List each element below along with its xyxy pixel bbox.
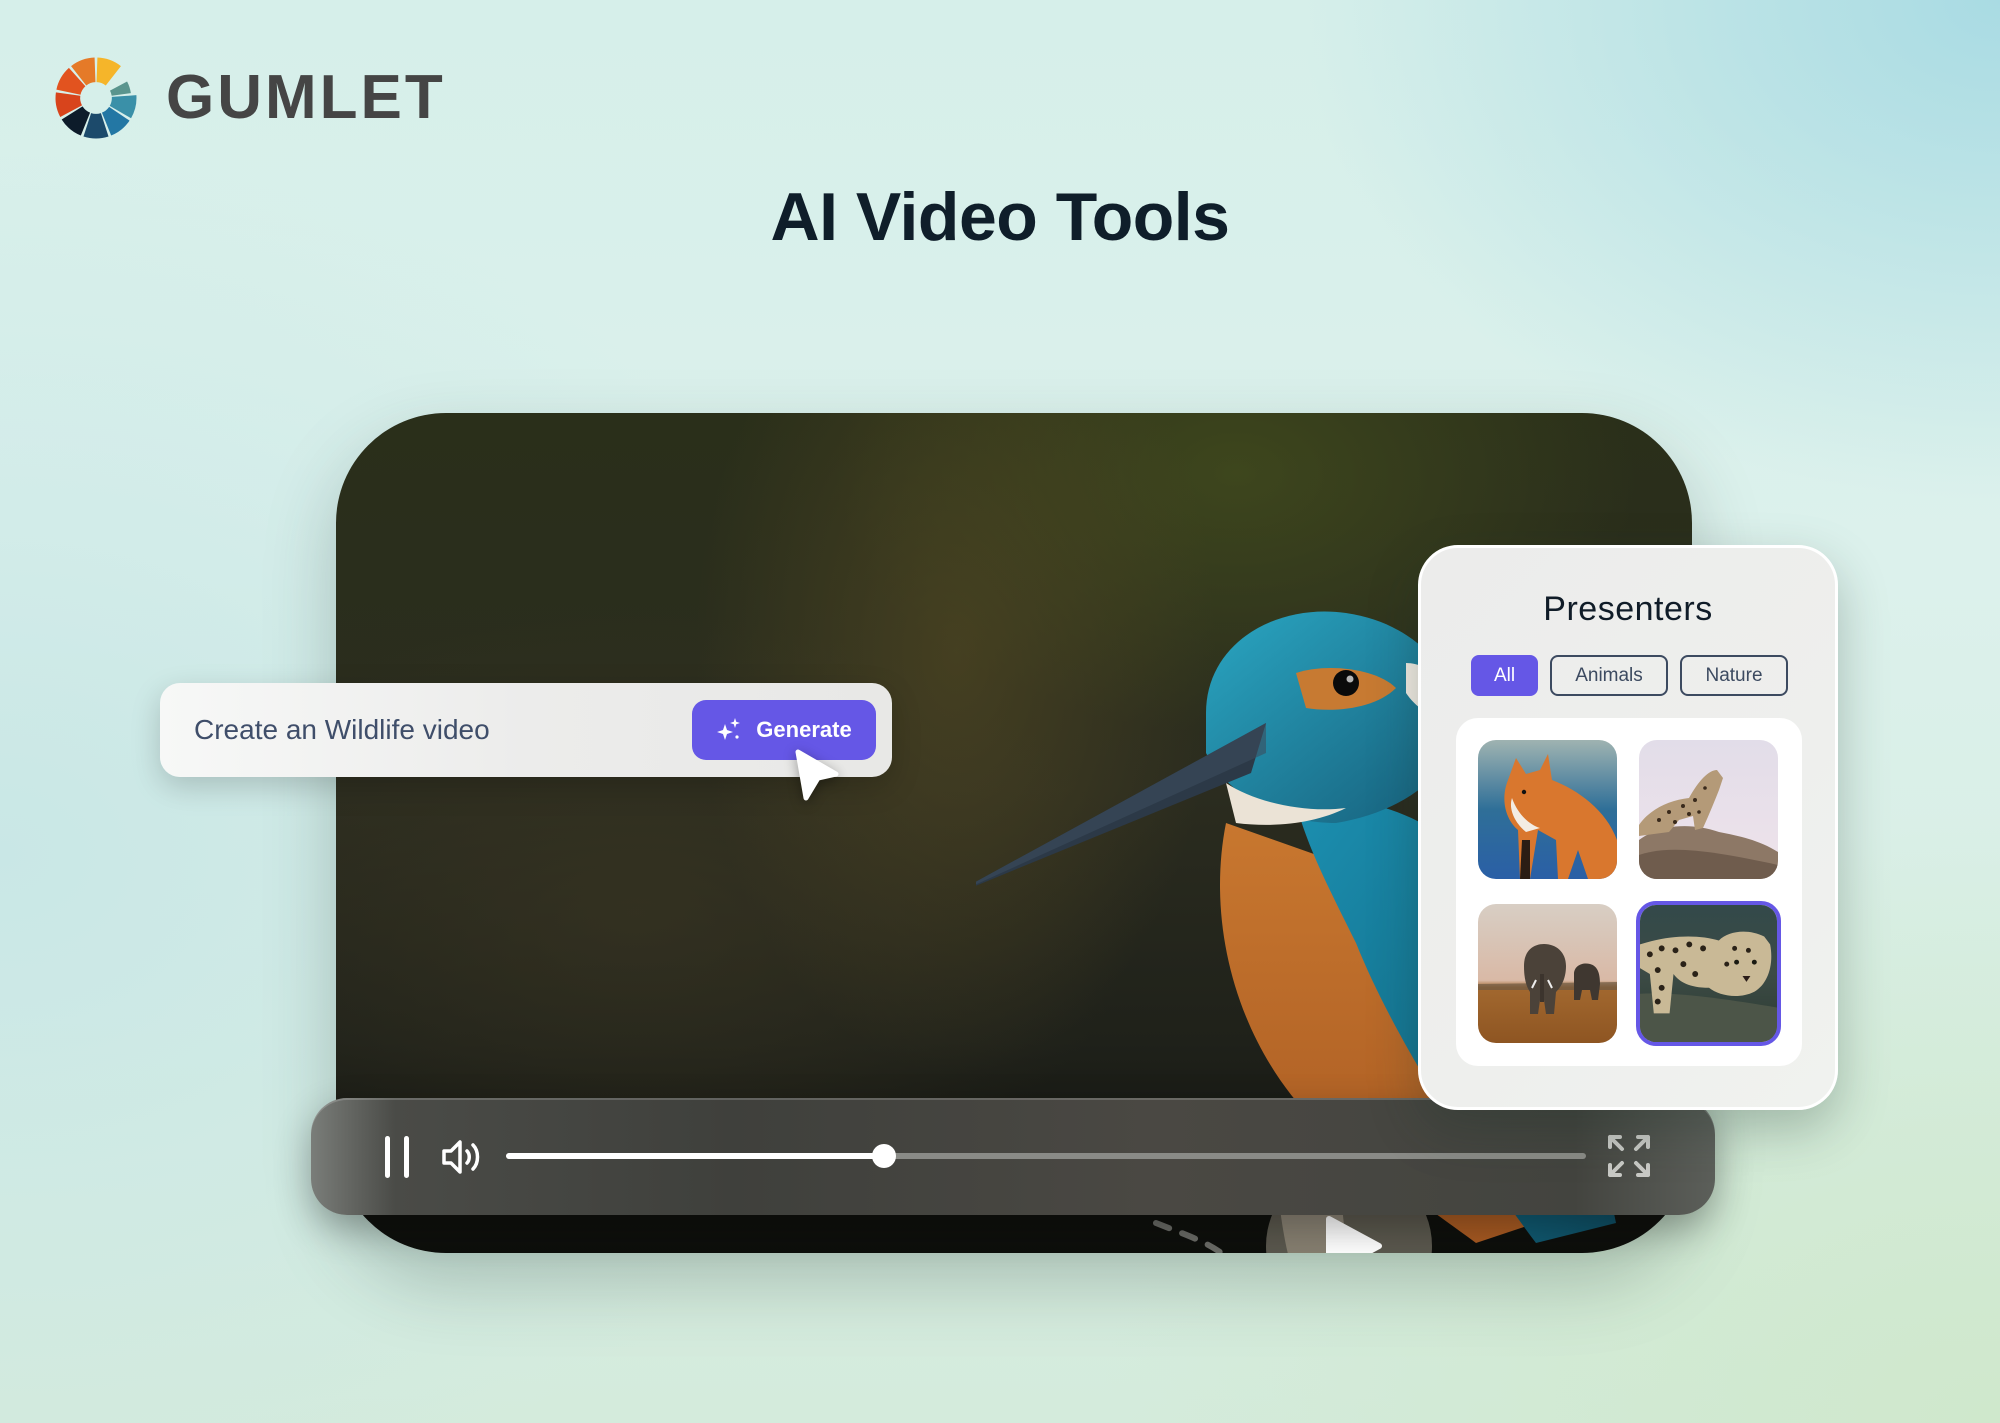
prompt-bar: Generate — [160, 683, 892, 777]
presenter-filters: All Animals Nature — [1471, 655, 1788, 696]
page-title: AI Video Tools — [770, 179, 1230, 255]
presenter-elephants[interactable] — [1478, 904, 1617, 1043]
pause-icon-bar — [385, 1136, 390, 1178]
presenter-grid — [1456, 718, 1802, 1066]
pause-icon-bar — [404, 1136, 409, 1178]
pause-button[interactable] — [385, 1136, 409, 1178]
fox-image — [1478, 740, 1617, 879]
progress-slider[interactable] — [506, 1144, 1586, 1168]
filter-nature[interactable]: Nature — [1680, 655, 1788, 696]
leopard-rock-image — [1639, 740, 1778, 879]
progress-thumb[interactable] — [872, 1144, 896, 1168]
volume-icon[interactable] — [441, 1136, 485, 1178]
fullscreen-icon[interactable] — [1607, 1134, 1651, 1178]
generate-label: Generate — [756, 717, 852, 742]
brand-name: GUMLET — [166, 63, 446, 132]
leopard-resting-image — [1640, 905, 1777, 1042]
elephants-image — [1478, 904, 1617, 1043]
play-icon — [1326, 1216, 1382, 1253]
brand-logo[interactable]: GUMLET — [52, 52, 446, 144]
filter-animals[interactable]: Animals — [1550, 655, 1668, 696]
gumlet-logo-icon — [55, 57, 137, 139]
presenter-fox[interactable] — [1478, 740, 1617, 879]
progress-fill — [506, 1153, 884, 1159]
sparkles-icon — [717, 718, 741, 740]
presenter-leopard-resting[interactable] — [1636, 901, 1781, 1046]
logo-segment — [96, 57, 121, 86]
presenters-title: Presenters — [1543, 590, 1713, 628]
mouse-cursor-icon — [795, 749, 839, 801]
presenter-leopard-rock[interactable] — [1639, 740, 1778, 879]
player-controls — [311, 1098, 1715, 1215]
generate-button[interactable]: Generate — [692, 700, 876, 760]
presenters-panel: Presenters All Animals Nature — [1418, 545, 1838, 1110]
logo-segment — [109, 81, 131, 96]
filter-all[interactable]: All — [1471, 655, 1538, 696]
